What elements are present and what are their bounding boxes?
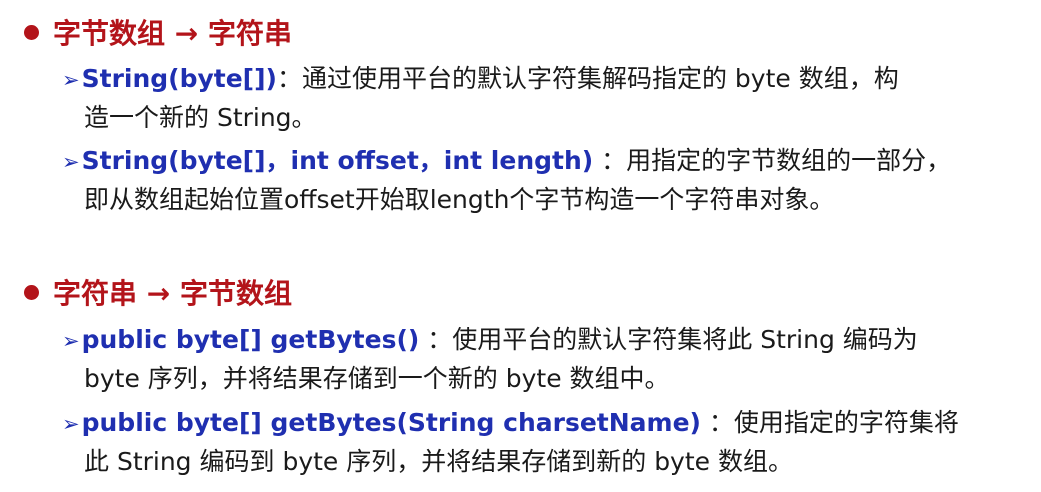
item-continuation-line: 造一个新的 String。 [84, 103, 317, 132]
slide: 字节数组 → 字符串 ➢String(byte[])：通过使用平台的默认字符集解… [0, 0, 1041, 492]
red-dot-bullet-icon [24, 24, 39, 40]
method-signature: String(byte[]) [81, 64, 277, 93]
method-signature: public byte[] getBytes() [81, 325, 420, 354]
item-first-line: ➢String(byte[]，int offset，int length) ：用… [62, 142, 1027, 181]
method-description: ：通过使用平台的默认字符集解码指定的 byte 数组，构 [276, 64, 899, 93]
item-continuation-line: byte 序列，并将结果存储到一个新的 byte 数组中。 [84, 364, 670, 393]
list-item-string-bytes-offset-length: ➢String(byte[]，int offset，int length) ：用… [62, 142, 1027, 219]
section-heading-text: 字符串 → 字节数组 [53, 277, 292, 310]
red-dot-bullet-icon [24, 284, 39, 300]
section-heading-text: 字节数组 → 字符串 [53, 17, 292, 50]
method-signature: String(byte[]，int offset，int length) [81, 146, 594, 175]
section-heading-bytes-to-string: 字节数组 → 字符串 [24, 12, 292, 52]
section-heading-string-to-bytes: 字符串 → 字节数组 [24, 272, 292, 312]
method-description: ：使用平台的默认字符集将此 String 编码为 [419, 325, 918, 354]
method-signature: public byte[] getBytes(String charsetNam… [81, 408, 701, 437]
item-first-line: ➢String(byte[])：通过使用平台的默认字符集解码指定的 byte 数… [62, 60, 1027, 99]
list-item-get-bytes-charset: ➢public byte[] getBytes(String charsetNa… [62, 404, 1027, 481]
method-description: ：使用指定的字符集将 [700, 408, 959, 437]
arrow-bullet-icon: ➢ [62, 150, 80, 174]
item-first-line: ➢public byte[] getBytes(String charsetNa… [62, 404, 1027, 443]
list-item-get-bytes: ➢public byte[] getBytes() ：使用平台的默认字符集将此 … [62, 321, 1027, 398]
arrow-bullet-icon: ➢ [62, 68, 80, 92]
arrow-bullet-icon: ➢ [62, 329, 80, 353]
item-first-line: ➢public byte[] getBytes() ：使用平台的默认字符集将此 … [62, 321, 1027, 360]
item-continuation-line: 此 String 编码到 byte 序列，并将结果存储到新的 byte 数组。 [84, 447, 793, 476]
item-continuation-line: 即从数组起始位置offset开始取length个字节构造一个字符串对象。 [84, 185, 835, 214]
method-description: ：用指定的字节数组的一部分， [593, 146, 952, 175]
list-item-string-bytes: ➢String(byte[])：通过使用平台的默认字符集解码指定的 byte 数… [62, 60, 1027, 137]
arrow-bullet-icon: ➢ [62, 412, 80, 436]
